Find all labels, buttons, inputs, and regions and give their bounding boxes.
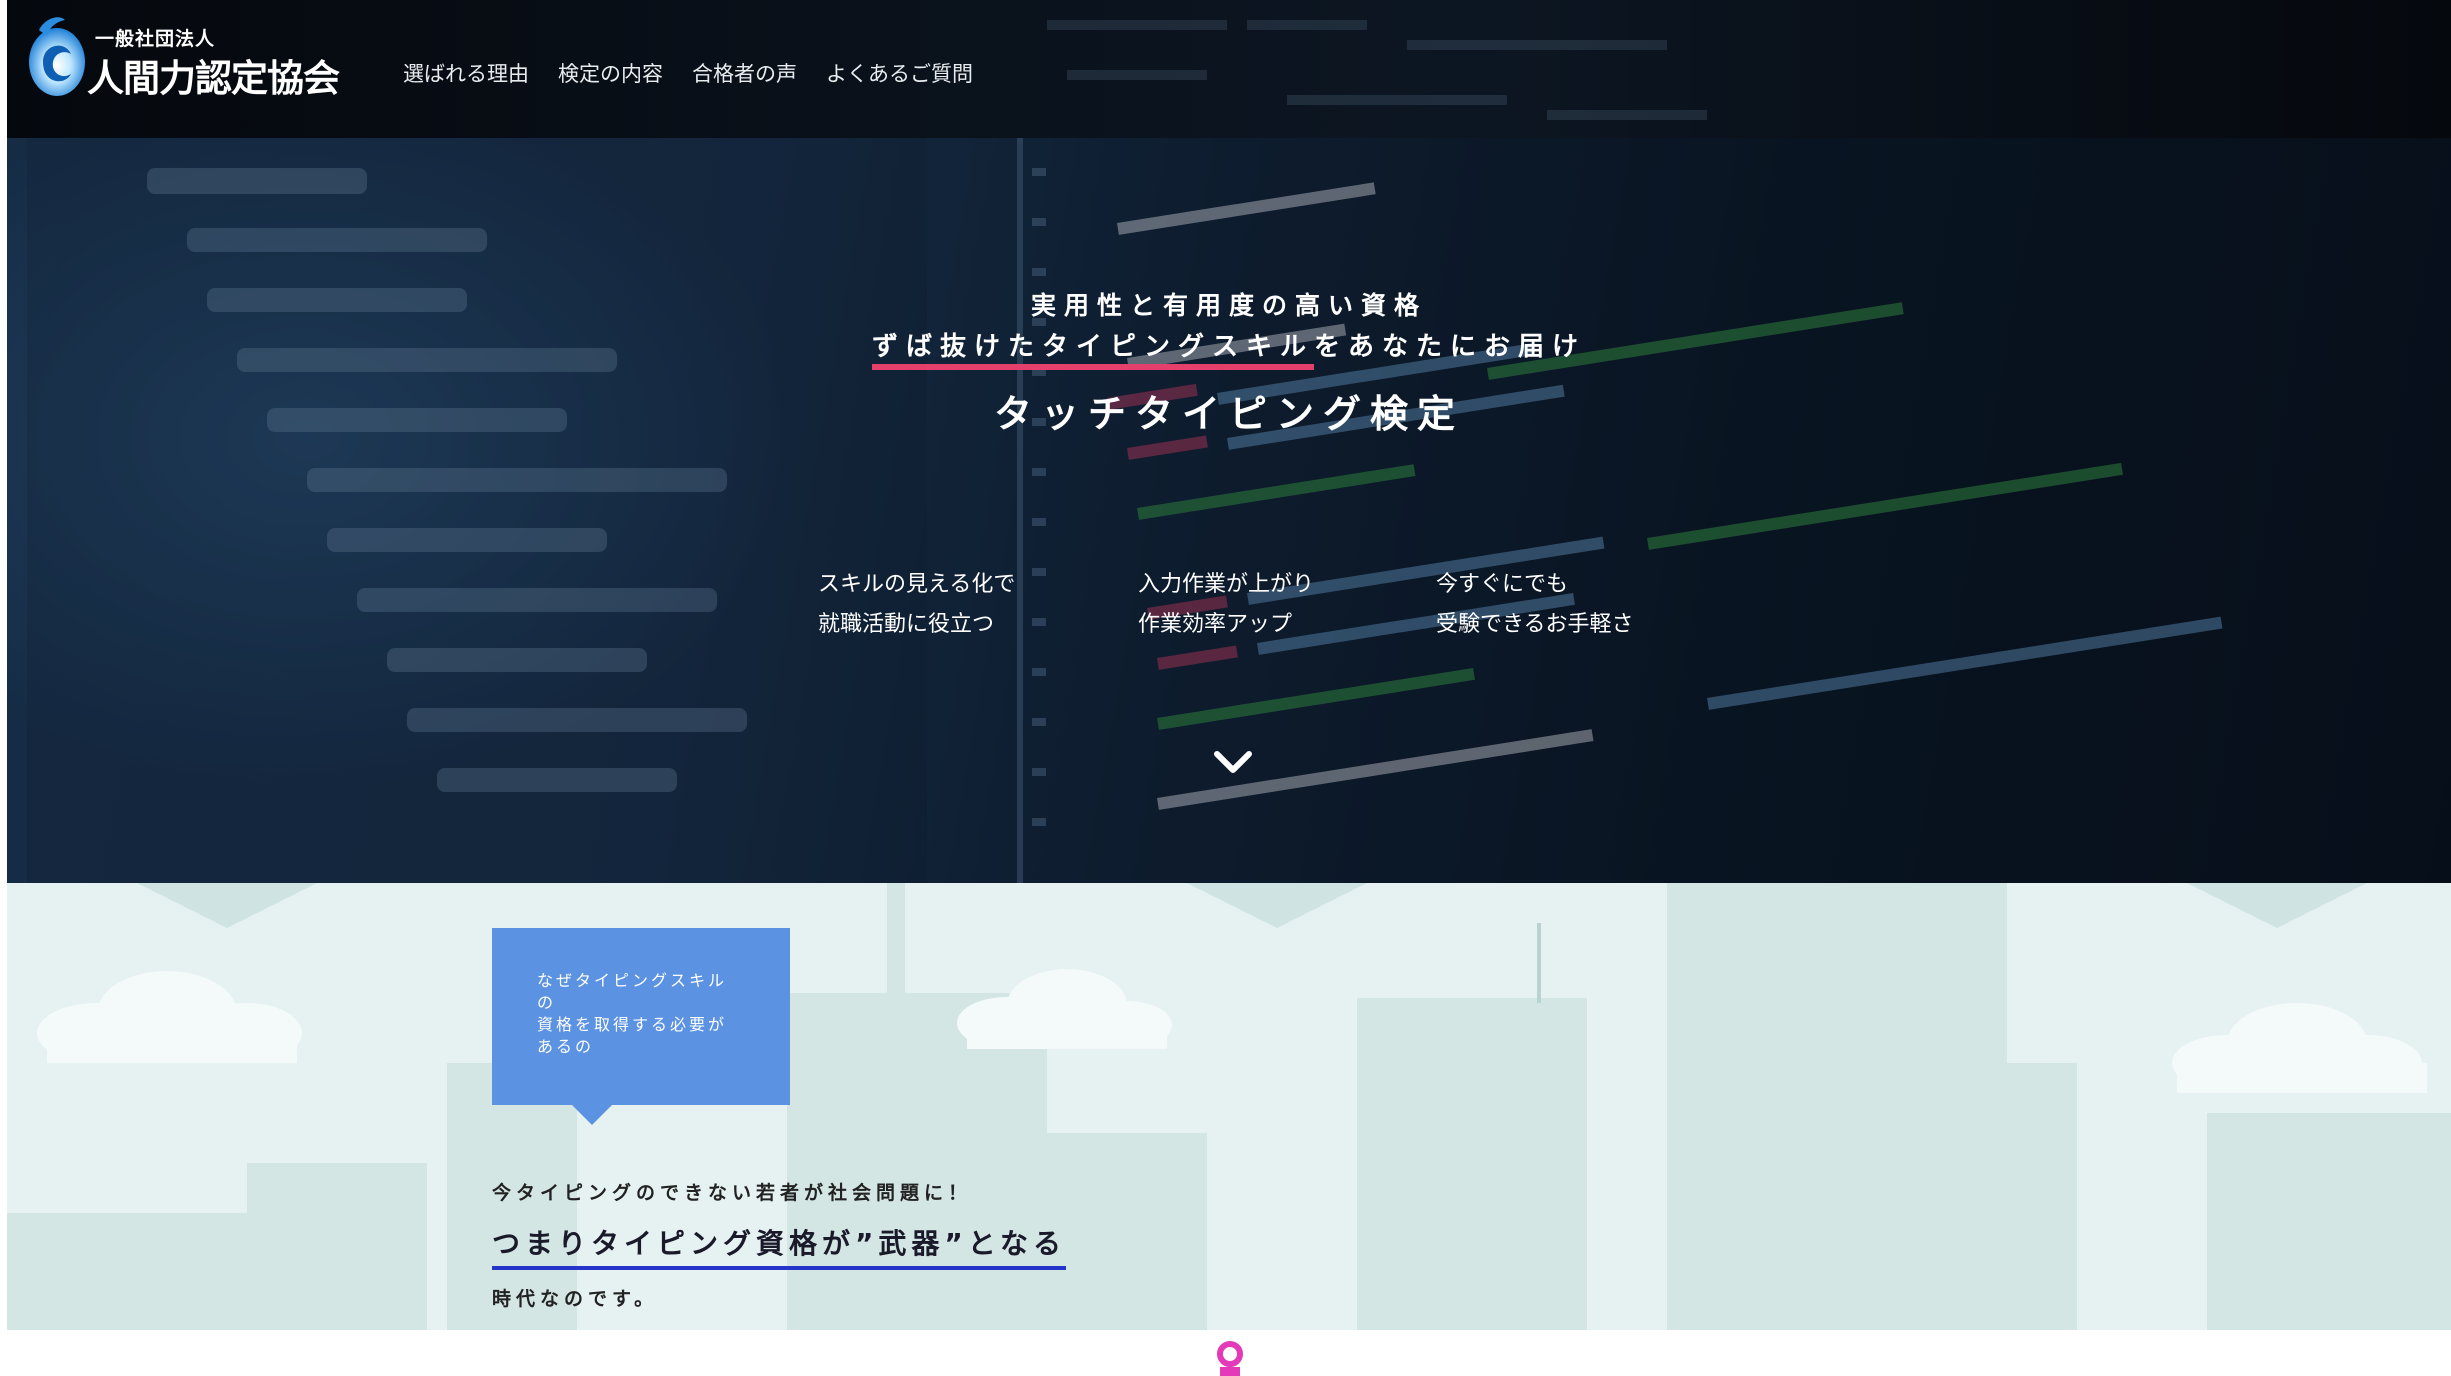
intro-key-message: つまりタイピング資格が”武器”となる: [492, 1222, 1066, 1270]
hero-subtitle: ずば抜けたタイピングスキルをあなたにお届け: [7, 326, 2451, 370]
nav-item-testimonials[interactable]: 合格者の声: [692, 58, 797, 88]
logo-emblem-icon: [29, 17, 85, 96]
chevron-down-icon[interactable]: [1213, 748, 1253, 776]
pink-badge-icon: [1217, 1341, 1243, 1376]
question-bubble: なぜタイピングスキル の 資格を取得する必要が あるの: [492, 928, 790, 1105]
site-header: 一般社団法人 人間力認定協会 選ばれる理由 検定の内容 合格者の声 よくあるご質…: [7, 0, 2451, 138]
feature-line: 今すぐにでも: [1436, 572, 1569, 597]
hero-title: タッチタイピング検定: [993, 392, 1464, 436]
intro-section: なぜタイピングスキル の 資格を取得する必要が あるの 今タイピングのできない若…: [7, 883, 2451, 1330]
bubble-line: の: [537, 993, 557, 1012]
feature-easy-exam: 今すぐにでも 受験できるお手軽さ: [1436, 565, 1634, 645]
feature-line: 受験できるお手軽さ: [1436, 612, 1634, 637]
feature-line: 就職活動に役立つ: [818, 612, 995, 637]
feature-line: スキルの見える化で: [818, 572, 1016, 597]
feature-efficiency: 入力作業が上がり 作業効率アップ: [1138, 565, 1314, 645]
logo-subtitle: 一般社団法人: [95, 28, 216, 50]
nav-item-exam-content[interactable]: 検定の内容: [558, 58, 663, 88]
hero-section: 実用性と有用度の高い資格 ずば抜けたタイピングスキルをあなたにお届け タッチタイ…: [7, 138, 2451, 883]
question-bubble-text: なぜタイピングスキル の 資格を取得する必要が あるの: [537, 970, 757, 1058]
site-logo[interactable]: 一般社団法人 人間力認定協会: [25, 10, 340, 102]
feature-line: 作業効率アップ: [1138, 612, 1293, 637]
hero-highlight: ずば抜けたタイピングスキル: [871, 332, 1314, 370]
bubble-line: なぜタイピングスキル: [537, 971, 728, 990]
hero-tagline: 実用性と有用度の高い資格: [1030, 291, 1427, 320]
bubble-line: あるの: [537, 1037, 595, 1056]
feature-line: 入力作業が上がり: [1138, 572, 1315, 597]
main-nav: 選ばれる理由 検定の内容 合格者の声 よくあるご質問: [403, 58, 973, 88]
nav-item-reasons[interactable]: 選ばれる理由: [403, 58, 529, 88]
logo-title: 人間力認定協会: [87, 56, 340, 100]
nav-item-faq[interactable]: よくあるご質問: [826, 58, 973, 88]
page: 一般社団法人 人間力認定協会 選ばれる理由 検定の内容 合格者の声 よくあるご質…: [7, 0, 2451, 1376]
bubble-tail: [572, 1105, 612, 1125]
city-illustration: [7, 883, 2451, 1330]
hero-subtitle-rest: をあなたにお届け: [1314, 332, 1587, 362]
feature-job-hunting: スキルの見える化で 就職活動に役立つ: [818, 565, 1015, 645]
intro-lead: 今タイピングのできない若者が社会問題に！: [492, 1182, 973, 1204]
intro-tail: 時代なのです。: [492, 1288, 659, 1310]
code-background-decoration: [1047, 20, 1707, 120]
bubble-line: 資格を取得する必要が: [537, 1015, 728, 1034]
